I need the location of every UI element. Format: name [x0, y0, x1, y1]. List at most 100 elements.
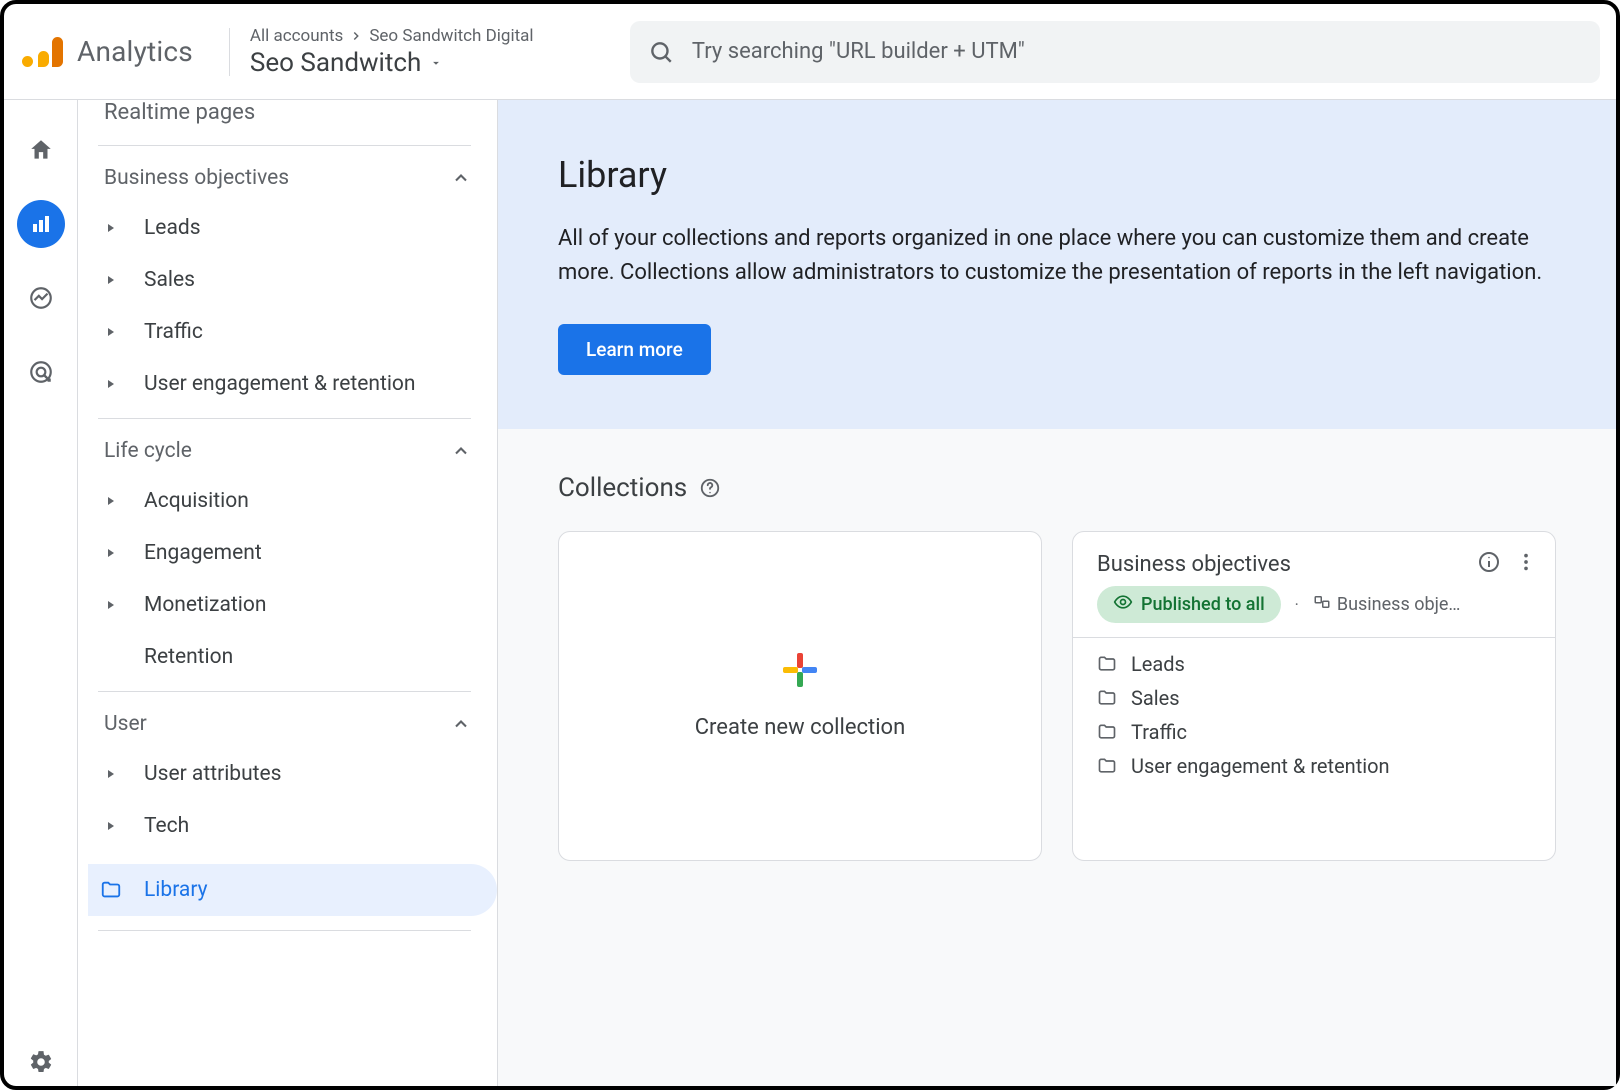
- section-header-business-objectives[interactable]: Business objectives: [88, 146, 497, 202]
- collection-card-business-objectives[interactable]: Business objectives Published to all ·: [1072, 531, 1556, 861]
- section-title: User: [104, 712, 147, 736]
- collection-item-label: Traffic: [1131, 720, 1187, 744]
- nav-label: Leads: [144, 216, 201, 240]
- chevron-up-icon: [451, 168, 471, 188]
- triangle-right-icon: [96, 275, 126, 285]
- nav-item-leads[interactable]: Leads: [88, 202, 497, 254]
- folder-icon: [1097, 756, 1117, 776]
- collection-item-label: Leads: [1131, 652, 1185, 676]
- eye-icon: [1113, 592, 1133, 617]
- chevron-right-icon: [349, 29, 363, 43]
- create-collection-card[interactable]: Create new collection: [558, 531, 1042, 861]
- collection-name: Business objectives: [1097, 552, 1291, 577]
- vertical-divider: [229, 28, 230, 76]
- link-icon: [1313, 593, 1331, 616]
- collection-item[interactable]: User engagement & retention: [1097, 754, 1531, 778]
- collections-heading: Collections: [558, 473, 687, 503]
- nav-item-user-engagement[interactable]: User engagement & retention: [88, 358, 497, 410]
- triangle-right-icon: [96, 548, 126, 558]
- collection-item-label: Sales: [1131, 686, 1180, 710]
- separator-dot: ·: [1295, 595, 1299, 614]
- page-title: Library: [558, 154, 1556, 196]
- collection-card-header: Business objectives: [1073, 532, 1555, 586]
- section-header-life-cycle[interactable]: Life cycle: [88, 419, 497, 475]
- folder-icon: [1097, 654, 1117, 674]
- property-name: Seo Sandwitch: [250, 48, 421, 78]
- create-collection-label: Create new collection: [695, 715, 906, 740]
- nav-label: User engagement & retention: [144, 372, 416, 396]
- info-icon[interactable]: [1477, 550, 1501, 578]
- nav-item-monetization[interactable]: Monetization: [88, 579, 497, 631]
- collections-heading-row: Collections: [558, 473, 1556, 503]
- breadcrumb-root: All accounts: [250, 26, 343, 46]
- help-icon[interactable]: [699, 477, 721, 499]
- nav-label: Acquisition: [144, 489, 249, 513]
- nav-item-retention[interactable]: Retention: [88, 631, 497, 683]
- nav-label: User attributes: [144, 762, 282, 786]
- nav-rail: [4, 100, 78, 1086]
- plus-multicolor-icon: [783, 653, 817, 687]
- section-title: Business objectives: [104, 166, 289, 190]
- folder-icon: [96, 879, 126, 901]
- more-icon[interactable]: [1515, 551, 1537, 577]
- nav-item-user-attributes[interactable]: User attributes: [88, 748, 497, 800]
- triangle-right-icon: [96, 769, 126, 779]
- nav-label: Traffic: [144, 320, 203, 344]
- badge-label: Published to all: [1141, 594, 1265, 615]
- analytics-logo-icon: [22, 37, 63, 67]
- published-badge: Published to all: [1097, 586, 1281, 623]
- collection-item-label: User engagement & retention: [1131, 754, 1390, 778]
- left-navigation: Realtime pages Business objectives Leads…: [78, 100, 498, 1086]
- nav-label: Monetization: [144, 593, 266, 617]
- nav-item-traffic[interactable]: Traffic: [88, 306, 497, 358]
- triangle-right-icon: [96, 223, 126, 233]
- collection-cards: Create new collection Business objective…: [558, 531, 1556, 861]
- triangle-right-icon: [96, 496, 126, 506]
- top-bar: Analytics All accounts Seo Sandwitch Dig…: [4, 4, 1616, 100]
- section-header-user[interactable]: User: [88, 692, 497, 748]
- account-picker[interactable]: All accounts Seo Sandwitch Digital Seo S…: [250, 26, 590, 78]
- nav-item-sales[interactable]: Sales: [88, 254, 497, 306]
- collection-breadcrumb[interactable]: Business obje…: [1313, 593, 1461, 616]
- collection-items: Leads Sales Traffic User engagement & re…: [1073, 638, 1555, 792]
- search-bar[interactable]: [630, 21, 1600, 83]
- logo-area: Analytics: [12, 35, 201, 68]
- nav-label: Retention: [144, 645, 233, 669]
- nav-item-library[interactable]: Library: [88, 864, 497, 916]
- learn-more-button[interactable]: Learn more: [558, 324, 711, 375]
- nav-label: Engagement: [144, 541, 262, 565]
- nav-label: Tech: [144, 814, 189, 838]
- divider: [98, 930, 471, 931]
- rail-home[interactable]: [17, 126, 65, 174]
- main-content: Library All of your collections and repo…: [498, 100, 1616, 1086]
- chevron-up-icon: [451, 441, 471, 461]
- collection-item[interactable]: Sales: [1097, 686, 1531, 710]
- caret-down-icon: [429, 56, 443, 70]
- collection-item[interactable]: Leads: [1097, 652, 1531, 676]
- folder-icon: [1097, 722, 1117, 742]
- triangle-right-icon: [96, 327, 126, 337]
- collections-section: Collections Create new collection Busine…: [498, 429, 1616, 901]
- triangle-right-icon: [96, 821, 126, 831]
- search-icon: [648, 39, 674, 65]
- collection-breadcrumb-label: Business obje…: [1337, 594, 1461, 615]
- rail-explore[interactable]: [17, 274, 65, 322]
- rail-advertising[interactable]: [17, 348, 65, 396]
- chevron-up-icon: [451, 714, 471, 734]
- collection-meta: Published to all · Business obje…: [1073, 586, 1555, 637]
- page-description: All of your collections and reports orga…: [558, 222, 1556, 290]
- property-selector[interactable]: Seo Sandwitch: [250, 48, 590, 78]
- nav-item-acquisition[interactable]: Acquisition: [88, 475, 497, 527]
- nav-item-engagement[interactable]: Engagement: [88, 527, 497, 579]
- product-name: Analytics: [77, 35, 193, 68]
- nav-label: Sales: [144, 268, 195, 292]
- triangle-right-icon: [96, 600, 126, 610]
- collection-item[interactable]: Traffic: [1097, 720, 1531, 744]
- nav-item-truncated[interactable]: Realtime pages: [88, 100, 497, 137]
- triangle-right-icon: [96, 379, 126, 389]
- search-input[interactable]: [692, 39, 1582, 64]
- rail-reports[interactable]: [17, 200, 65, 248]
- nav-item-tech[interactable]: Tech: [88, 800, 497, 852]
- breadcrumb-account: Seo Sandwitch Digital: [369, 26, 533, 46]
- rail-admin[interactable]: [17, 1038, 65, 1086]
